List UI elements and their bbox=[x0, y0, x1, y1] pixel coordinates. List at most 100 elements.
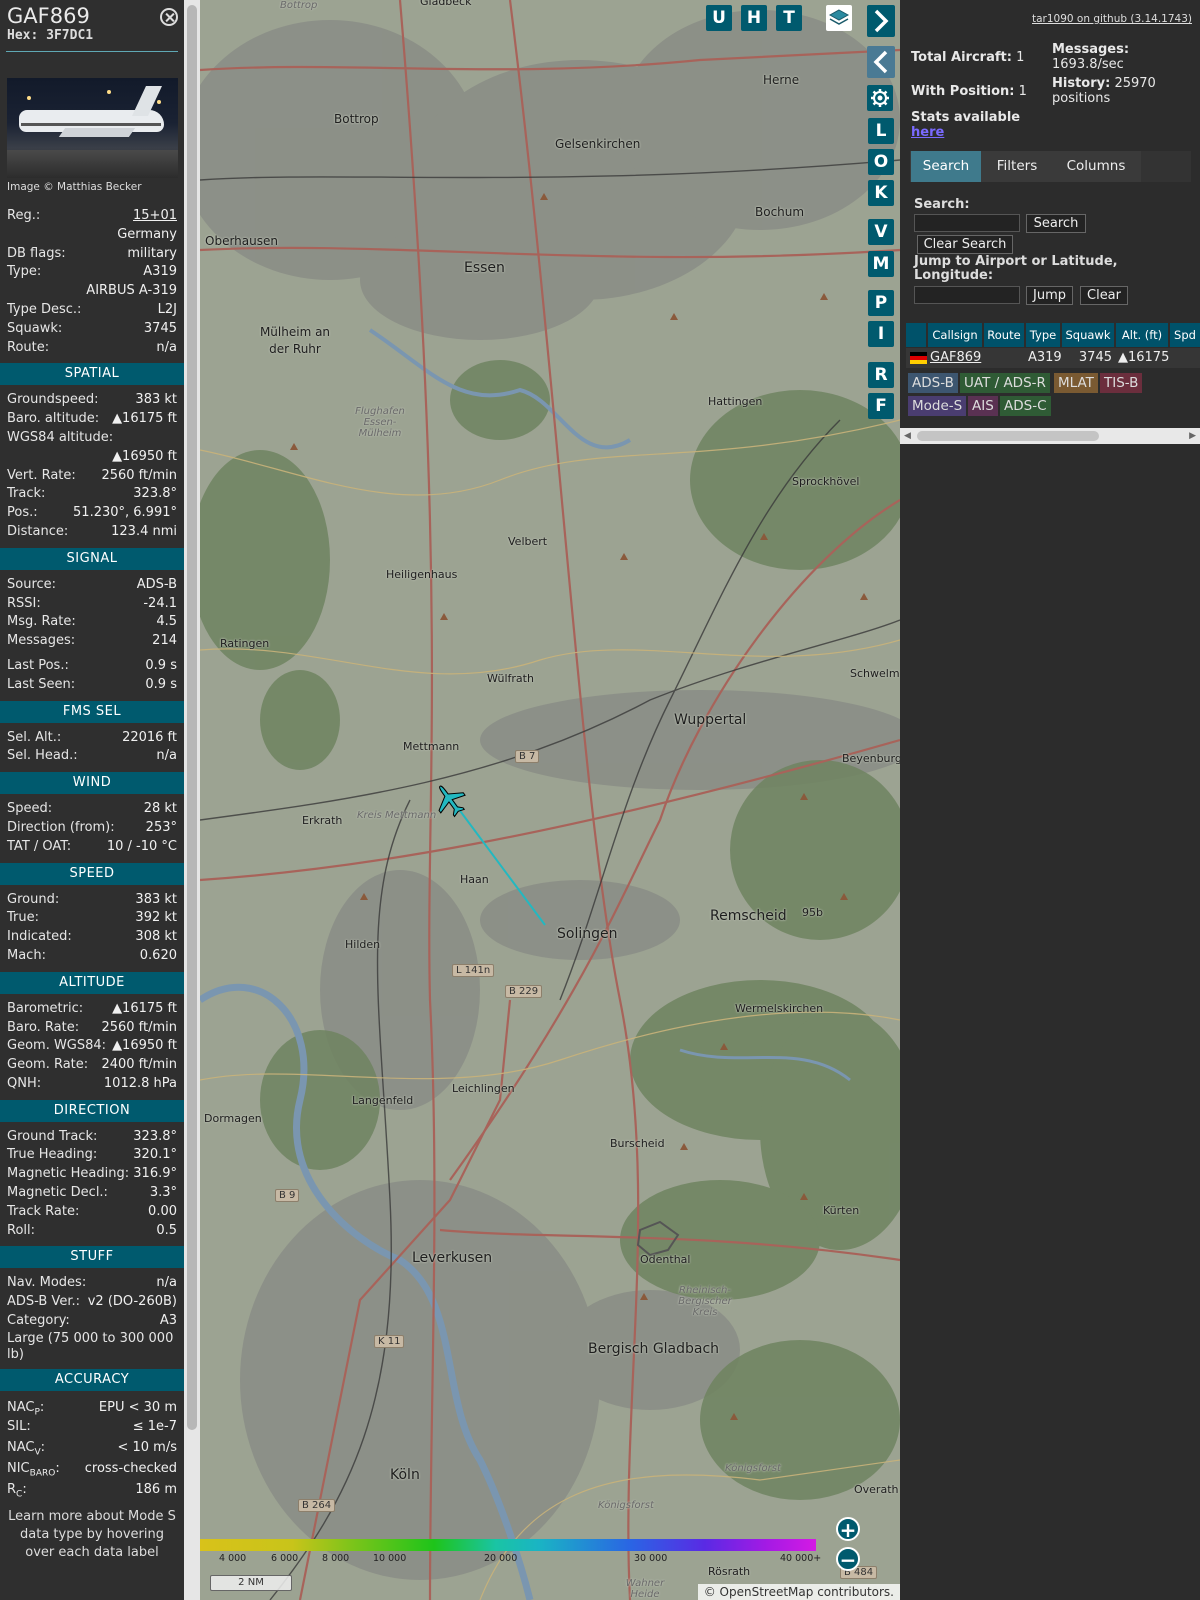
section-wind: WIND bbox=[0, 772, 184, 795]
info-row-value: ≤ 1e-7 bbox=[132, 1418, 177, 1434]
map-button-u[interactable]: U bbox=[706, 5, 732, 31]
info-row: TAT / OAT: 10 / -10 °C bbox=[0, 838, 184, 857]
tab-columns[interactable]: Columns bbox=[1056, 151, 1136, 182]
info-row-label-wrap: NICBARO: bbox=[7, 1458, 60, 1479]
map-button-f[interactable]: F bbox=[868, 393, 894, 419]
map-button-p[interactable]: P bbox=[868, 290, 894, 316]
collapse-sidebar-button[interactable] bbox=[867, 5, 895, 37]
map-view[interactable]: Gladbeck Bottrop Herne Bottrop Gelsenkir… bbox=[200, 0, 900, 1600]
section-signal: SIGNAL bbox=[0, 547, 184, 570]
stats-link[interactable]: here bbox=[911, 125, 944, 140]
scale-bar: 2 NM bbox=[210, 1575, 292, 1591]
info-row-label: Mach: bbox=[7, 947, 46, 963]
info-row: Vert. Rate: 2560 ft/min bbox=[0, 467, 184, 486]
map-label: 95b bbox=[802, 906, 823, 919]
clear-jump-button[interactable]: Clear bbox=[1080, 286, 1128, 305]
table-header-squawk[interactable]: Squawk bbox=[1062, 323, 1114, 347]
map-button-k[interactable]: K bbox=[868, 180, 894, 206]
table-horizontal-scrollbar[interactable]: ◀ ▶ bbox=[900, 428, 1200, 444]
info-scrollbar[interactable] bbox=[184, 0, 200, 1600]
map-button-t[interactable]: T bbox=[776, 5, 802, 31]
github-link[interactable]: tar1090 on github (3.14.1743) bbox=[1032, 13, 1192, 25]
info-row-value: n/a bbox=[156, 339, 177, 355]
info-row-value: A319 bbox=[143, 264, 177, 280]
jump-button[interactable]: Jump bbox=[1026, 286, 1073, 305]
tab-search[interactable]: Search bbox=[911, 151, 981, 182]
source-badge[interactable]: ADS-C bbox=[1000, 396, 1051, 416]
map-label: Remscheid bbox=[710, 908, 787, 924]
map-label: Kürten bbox=[823, 1204, 860, 1217]
table-scroll-thumb[interactable] bbox=[917, 431, 1099, 441]
aircraft-photo[interactable] bbox=[7, 78, 178, 178]
info-row-label: Last Pos.: bbox=[7, 657, 69, 673]
map-button-h[interactable]: H bbox=[741, 5, 767, 31]
info-row-value[interactable]: 15+01 bbox=[133, 207, 177, 226]
info-row-label: QNH: bbox=[7, 1075, 42, 1091]
map-label: Oberhausen bbox=[205, 234, 278, 248]
photo-light bbox=[107, 90, 111, 94]
source-badge[interactable]: MLAT bbox=[1054, 373, 1098, 393]
layers-button[interactable] bbox=[826, 5, 852, 31]
info-row-value: 0.620 bbox=[139, 947, 177, 963]
info-row-label: Indicated: bbox=[7, 929, 72, 945]
map-button-i[interactable]: I bbox=[868, 321, 894, 347]
photo-light bbox=[27, 96, 31, 100]
road-shield: B 7 bbox=[515, 750, 540, 763]
info-row-label-wrap: RC: bbox=[7, 1479, 27, 1500]
table-header-type[interactable]: Type bbox=[1026, 323, 1060, 347]
info-row: Geom. WGS84: ▲16950 ft bbox=[0, 1037, 184, 1056]
info-row-value: ▲16175 ft bbox=[112, 1000, 177, 1016]
source-badge[interactable]: UAT / ADS-R bbox=[960, 373, 1050, 393]
clear-search-button[interactable]: Clear Search bbox=[917, 235, 1013, 254]
map-button-l[interactable]: L bbox=[868, 118, 894, 144]
info-row-value: 383 kt bbox=[135, 392, 177, 408]
table-header-speed[interactable]: Spd bbox=[1170, 323, 1200, 347]
settings-button[interactable] bbox=[867, 85, 893, 111]
map-label: Sprockhövel bbox=[792, 475, 860, 488]
table-header-callsign[interactable]: Callsign bbox=[928, 323, 982, 347]
info-row-value: n/a bbox=[156, 748, 177, 764]
info-row-value: v2 (DO-260B) bbox=[87, 1294, 177, 1310]
row-callsign[interactable]: GAF869 bbox=[930, 349, 981, 367]
tab-filters[interactable]: Filters bbox=[987, 151, 1047, 182]
table-header-flag[interactable] bbox=[906, 323, 926, 347]
map-button-o[interactable]: O bbox=[868, 149, 894, 175]
source-badge[interactable]: ADS-B bbox=[908, 373, 958, 393]
info-row: QNH: 1012.8 hPa bbox=[0, 1075, 184, 1094]
road-shield: B 229 bbox=[505, 985, 543, 998]
info-row: Ground Track: 323.8° bbox=[0, 1128, 184, 1147]
map-button-m[interactable]: M bbox=[868, 251, 894, 277]
search-button[interactable]: Search bbox=[1026, 214, 1086, 233]
table-header-altitude[interactable]: Alt. (ft) bbox=[1116, 323, 1168, 347]
selected-callsign: GAF869 bbox=[7, 4, 90, 28]
scroll-left-icon[interactable]: ◀ bbox=[904, 431, 911, 441]
search-input[interactable] bbox=[914, 214, 1020, 232]
osm-link[interactable]: OpenStreetMap bbox=[720, 1585, 814, 1599]
hex-label: Hex: bbox=[7, 28, 39, 43]
zoom-out-button[interactable]: − bbox=[836, 1547, 860, 1571]
map-button-v[interactable]: V bbox=[868, 219, 894, 245]
back-button[interactable] bbox=[867, 46, 895, 78]
total-aircraft: Total Aircraft: 1 bbox=[911, 50, 1024, 65]
photo-stripe bbox=[21, 123, 161, 126]
map-label: Ratingen bbox=[220, 637, 270, 650]
total-aircraft-value: 1 bbox=[1016, 50, 1025, 65]
source-badge[interactable]: TIS-B bbox=[1100, 373, 1143, 393]
map-label: Gelsenkirchen bbox=[555, 137, 641, 151]
info-scrollbar-thumb[interactable] bbox=[187, 5, 197, 1430]
map-label: Dormagen bbox=[204, 1112, 262, 1125]
zoom-in-button[interactable]: + bbox=[836, 1517, 860, 1541]
map-button-r[interactable]: R bbox=[868, 362, 894, 388]
table-header-route[interactable]: Route bbox=[984, 323, 1024, 347]
info-row: Groundspeed: 383 kt bbox=[0, 391, 184, 410]
map-label: Köln bbox=[390, 1467, 420, 1483]
info-row-label: Category: bbox=[7, 1313, 70, 1329]
close-info-icon[interactable] bbox=[160, 8, 178, 26]
info-row-label: RSSI: bbox=[7, 595, 41, 611]
info-row: Type Desc.: L2J bbox=[0, 301, 184, 320]
jump-input[interactable] bbox=[914, 286, 1020, 304]
scroll-right-icon[interactable]: ▶ bbox=[1189, 431, 1196, 441]
source-badge[interactable]: Mode-S bbox=[908, 396, 967, 416]
info-row-label: True Heading: bbox=[7, 1147, 98, 1163]
source-badge[interactable]: AIS bbox=[968, 396, 998, 416]
